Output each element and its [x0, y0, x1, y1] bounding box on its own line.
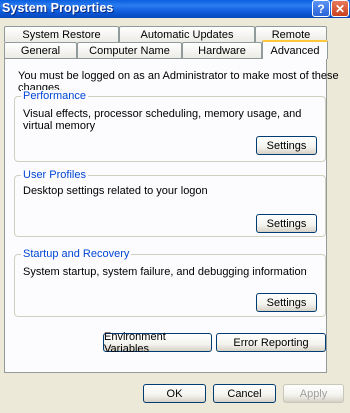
help-icon[interactable]: ? — [312, 0, 330, 17]
environment-variables-button[interactable]: Environment Variables — [103, 331, 212, 355]
performance-settings-button[interactable]: Settings — [256, 136, 317, 155]
window-title: System Properties — [2, 1, 114, 15]
cancel-button[interactable]: Cancel — [213, 384, 276, 403]
startup-recovery-description: System startup, system failure, and debu… — [23, 266, 307, 278]
performance-label: Performance — [21, 90, 88, 102]
title-bar: System Properties ? ✕ — [0, 0, 350, 18]
ok-button[interactable]: OK — [143, 384, 206, 403]
startup-settings-button[interactable]: Settings — [256, 293, 317, 312]
user-profiles-settings-button[interactable]: Settings — [256, 214, 317, 233]
user-profiles-label: User Profiles — [21, 169, 88, 181]
apply-button[interactable]: Apply — [283, 384, 344, 403]
tab-automatic-updates[interactable]: Automatic Updates — [119, 26, 255, 42]
startup-recovery-label: Startup and Recovery — [21, 248, 132, 260]
tab-computer-name[interactable]: Computer Name — [77, 42, 182, 58]
tab-general[interactable]: General — [4, 42, 77, 58]
close-icon[interactable]: ✕ — [331, 0, 349, 17]
performance-description: Visual effects, processor scheduling, me… — [23, 108, 302, 132]
error-reporting-button[interactable]: Error Reporting — [216, 333, 326, 352]
tab-advanced[interactable]: Advanced — [262, 40, 328, 59]
tab-system-restore[interactable]: System Restore — [4, 26, 119, 42]
tab-hardware[interactable]: Hardware — [182, 42, 262, 58]
user-profiles-description: Desktop settings related to your logon — [23, 185, 208, 197]
